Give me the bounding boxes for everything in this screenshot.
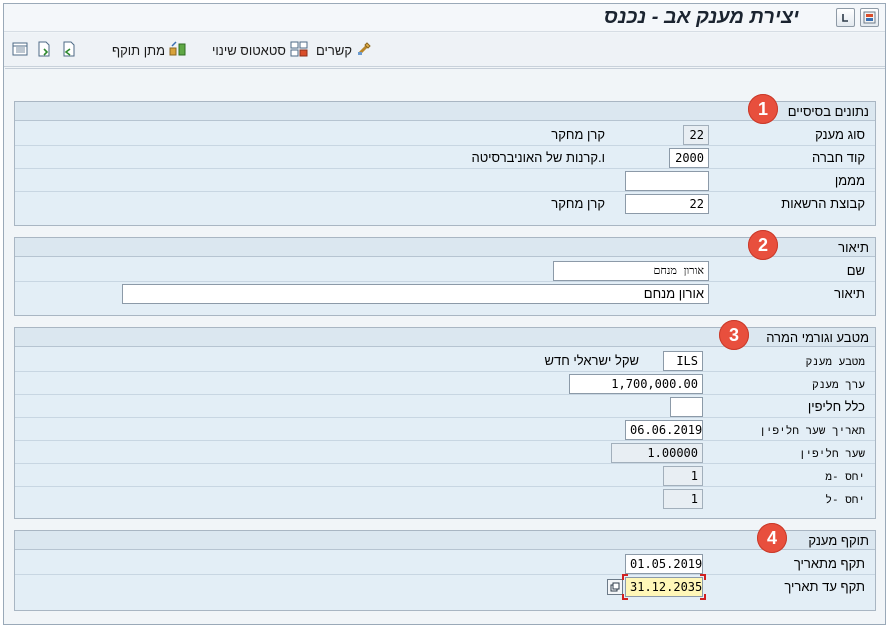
currency-title: מטבע וגורמי המרה <box>766 330 869 345</box>
currency-desc: שקל ישראלי חדש <box>544 353 640 368</box>
auth-group-label: קבוצת הרשאות <box>781 196 865 211</box>
status-change-icon <box>290 41 308 60</box>
rate-date-label: תאריך שער חליפין <box>759 424 865 437</box>
valid-to-field[interactable]: 31.12.2035 <box>625 577 703 597</box>
amount-field[interactable]: 1,700,000.00 <box>569 374 703 394</box>
description-header: תיאור 2 <box>15 230 875 260</box>
ratio-from-label: יחס -מ <box>825 470 865 483</box>
focus-corner <box>622 594 628 600</box>
desc-label: תיאור <box>834 286 865 301</box>
valid-to-row: תקף עד תאריך 31.12.2035 <box>15 574 875 600</box>
exchange-rule-row: כלל חליפין <box>15 396 875 418</box>
validity-header: תוקף מענק 4 <box>15 523 875 553</box>
ratio-to-label: יחס -ל <box>825 493 865 506</box>
ratio-from-field: 1 <box>663 466 703 486</box>
system-menu-icon[interactable] <box>860 8 879 27</box>
currency-label: מטבע מענק <box>805 355 865 368</box>
company-code-label: קוד חברה <box>812 150 865 165</box>
links-icon <box>356 41 372 60</box>
validate-label: מתן תוקף <box>112 43 166 58</box>
rate-label: שער חליפין <box>798 447 865 460</box>
step-badge-4: 4 <box>757 523 787 553</box>
rate-date-field[interactable]: 06.06.2019 <box>625 420 703 440</box>
auth-group-desc: קרן מחקר <box>551 196 605 211</box>
valid-from-label: תקף מתאריך <box>793 556 865 571</box>
grant-type-desc: קרן מחקר <box>551 127 605 142</box>
create-document-icon[interactable] <box>36 41 52 60</box>
currency-group: מטבע וגורמי המרה 3 מטבע מענק ILS שקל ישר… <box>14 320 876 519</box>
step-badge-1: 1 <box>748 94 778 124</box>
name-row: שם אורון מנחם <box>15 260 875 282</box>
auth-group-row: קבוצת הרשאות 22 קרן מחקר <box>15 193 875 215</box>
desc-field[interactable]: אורון מנחם <box>122 284 709 304</box>
sponsor-row: מממן <box>15 170 875 192</box>
amount-label: ערך מענק <box>812 378 865 391</box>
overview-icon[interactable] <box>12 42 28 59</box>
currency-field[interactable]: ILS <box>663 351 703 371</box>
ratio-from-row: יחס -מ 1 <box>15 465 875 487</box>
currency-row: מטבע מענק ILS שקל ישראלי חדש <box>15 350 875 372</box>
f4-help-icon[interactable] <box>607 579 623 595</box>
basic-data-group: נתונים בסיסיים 1 סוג מענק 22 קרן מחקר קו… <box>14 94 876 226</box>
valid-from-row: תקף מתאריך 01.05.2019 <box>15 553 875 575</box>
sponsor-field[interactable] <box>625 171 709 191</box>
window-title: יצירת מענק אב - נכנס <box>603 6 799 28</box>
company-code-field[interactable]: 2000 <box>669 148 709 168</box>
valid-to-label: תקף עד תאריך <box>784 579 865 594</box>
sponsor-label: מממן <box>834 173 865 188</box>
import-document-icon[interactable] <box>60 41 76 60</box>
validate-button[interactable]: מתן תוקף <box>112 41 187 60</box>
menu-toggle-icon[interactable] <box>836 8 855 27</box>
currency-header: מטבע וגורמי המרה 3 <box>15 320 875 350</box>
ratio-to-row: יחס -ל 1 <box>15 488 875 510</box>
links-label: קשרים <box>316 43 353 58</box>
amount-row: ערך מענק 1,700,000.00 <box>15 373 875 395</box>
exchange-rule-field[interactable] <box>670 397 703 417</box>
validity-title: תוקף מענק <box>808 533 869 548</box>
rate-field: 1.00000 <box>611 443 703 463</box>
title-bar: יצירת מענק אב - נכנס <box>4 4 885 32</box>
basic-data-header: נתונים בסיסיים 1 <box>15 94 875 124</box>
company-code-desc: ו.קרנות של האוניברסיטה <box>471 150 605 165</box>
validate-icon <box>169 41 187 60</box>
focus-corner <box>622 574 628 580</box>
links-button[interactable]: קשרים <box>316 41 372 60</box>
description-group: תיאור 2 שם אורון מנחם תיאור אורון מנחם <box>14 230 876 316</box>
description-title: תיאור <box>838 240 869 255</box>
grant-type-label: סוג מענק <box>815 127 865 142</box>
rate-date-row: תאריך שער חליפין 06.06.2019 <box>15 419 875 441</box>
basic-data-title: נתונים בסיסיים <box>787 104 869 119</box>
valid-from-field[interactable]: 01.05.2019 <box>625 554 703 574</box>
name-field[interactable]: אורון מנחם <box>553 261 709 281</box>
step-badge-3: 3 <box>719 320 749 350</box>
focus-corner <box>700 574 706 580</box>
grant-type-row: סוג מענק 22 קרן מחקר <box>15 124 875 146</box>
ratio-to-field: 1 <box>663 489 703 509</box>
desc-row: תיאור אורון מנחם <box>15 283 875 305</box>
main-content: נתונים בסיסיים 1 סוג מענק 22 קרן מחקר קו… <box>5 68 885 624</box>
exchange-rule-label: כלל חליפין <box>807 399 865 414</box>
company-code-row: קוד חברה 2000 ו.קרנות של האוניברסיטה <box>15 147 875 169</box>
focus-corner <box>700 594 706 600</box>
auth-group-field[interactable]: 22 <box>625 194 709 214</box>
application-toolbar: מתן תוקף סטאטוס שינוי קשרים <box>4 33 885 67</box>
status-change-label: סטאטוס שינוי <box>212 43 286 58</box>
grant-type-field[interactable]: 22 <box>683 125 709 145</box>
validity-group: תוקף מענק 4 תקף מתאריך 01.05.2019 תקף עד… <box>14 523 876 611</box>
rate-row: שער חליפין 1.00000 <box>15 442 875 464</box>
sap-window: יצירת מענק אב - נכנס מתן תוקף סטאטוס שינ… <box>3 3 886 625</box>
step-badge-2: 2 <box>748 230 778 260</box>
status-change-button[interactable]: סטאטוס שינוי <box>212 41 308 60</box>
name-label: שם <box>846 263 865 278</box>
